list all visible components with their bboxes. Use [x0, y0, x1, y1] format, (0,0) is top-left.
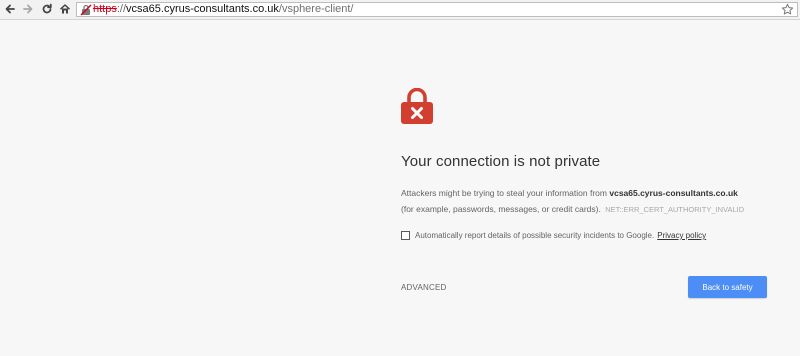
home-button[interactable]	[58, 2, 72, 16]
url-separator: ://	[116, 3, 127, 15]
url-path: /vsphere-client/	[278, 3, 354, 15]
broken-lock-icon[interactable]	[80, 4, 92, 16]
page-title: Your connection is not private	[401, 153, 601, 170]
lock-error-icon	[401, 87, 433, 124]
reload-icon	[42, 3, 52, 14]
reload-button[interactable]	[40, 2, 54, 16]
report-checkbox[interactable]	[401, 231, 410, 240]
main-message: Attackers might be trying to steal your …	[401, 185, 771, 218]
explanation-prefix: Attackers might be trying to steal your …	[401, 188, 607, 198]
arrow-left-icon	[5, 4, 15, 14]
report-checkbox-label: Automatically report details of possible…	[415, 231, 655, 240]
address-bar[interactable]: https://vcsa65.cyrus-consultants.co.uk/v…	[76, 2, 798, 17]
home-icon	[59, 4, 71, 14]
forward-button[interactable]	[21, 2, 35, 16]
advanced-link[interactable]: ADVANCED	[401, 283, 446, 292]
arrow-right-icon	[23, 4, 33, 14]
url-host: vcsa65.cyrus-consultants.co.uk	[126, 3, 279, 15]
back-to-safety-button[interactable]: Back to safety	[688, 276, 767, 298]
browser-toolbar: https://vcsa65.cyrus-consultants.co.uk/v…	[0, 0, 800, 20]
explanation-suffix: (for example, passwords, messages, or cr…	[401, 204, 601, 214]
report-option: Automatically report details of possible…	[401, 231, 706, 240]
error-code: NET::ERR_CERT_AUTHORITY_INVALID	[605, 205, 745, 214]
star-icon[interactable]	[781, 3, 794, 16]
url-scheme: https	[93, 3, 117, 15]
back-button[interactable]	[3, 2, 17, 16]
explanation-host: vcsa65.cyrus-consultants.co.uk	[609, 188, 738, 198]
privacy-policy-link[interactable]: Privacy policy	[657, 231, 706, 240]
url-text: https://vcsa65.cyrus-consultants.co.uk/v…	[93, 3, 353, 16]
interstitial-content: Your connection is not private Attackers…	[401, 87, 771, 218]
